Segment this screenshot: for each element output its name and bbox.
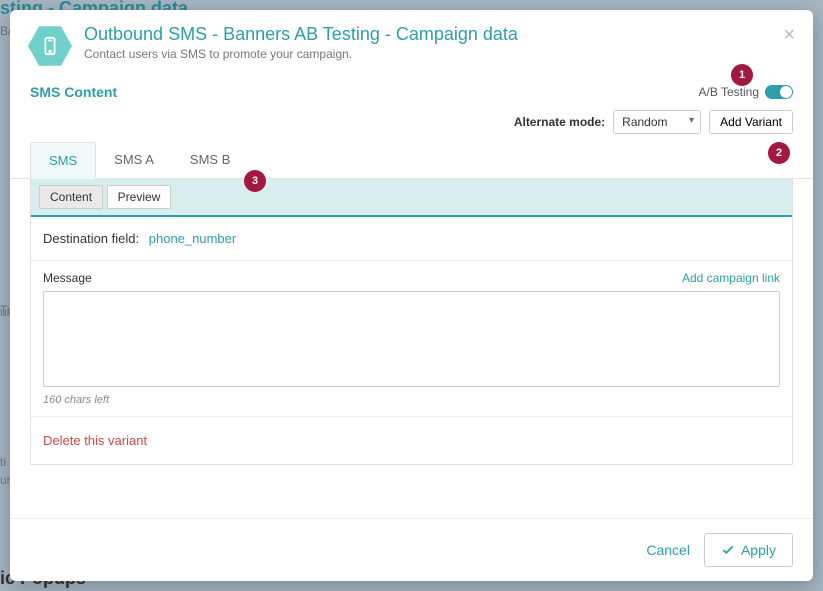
subtab-content[interactable]: Content [39,185,103,209]
section-header: SMS Content A/B Testing [10,78,813,106]
add-campaign-link[interactable]: Add campaign link [682,271,780,285]
ab-testing-toggle-wrap: A/B Testing [699,85,793,99]
section-title: SMS Content [30,84,117,100]
bg-frag-2: ti [0,455,6,469]
modal-title: Outbound SMS - Banners AB Testing - Camp… [84,24,795,45]
annotation-badge-3: 3 [244,170,266,192]
sms-hex-icon [28,24,72,68]
apply-button[interactable]: Apply [704,533,793,567]
alternate-mode-select[interactable]: Random [613,110,701,134]
annotation-badge-1: 1 [731,64,753,86]
apply-label: Apply [741,542,776,558]
modal-header: Outbound SMS - Banners AB Testing - Camp… [10,10,813,78]
message-textarea[interactable] [43,291,780,387]
destination-label: Destination field: [43,231,139,246]
ab-testing-label: A/B Testing [699,85,759,99]
cancel-button[interactable]: Cancel [646,542,690,558]
message-label: Message [43,271,92,285]
close-icon[interactable]: × [783,24,795,47]
tab-sms[interactable]: SMS [30,142,96,179]
delete-row: Delete this variant [31,416,792,464]
alternate-mode-label: Alternate mode: [514,115,605,129]
chars-left: 160 chars left [43,394,780,406]
message-section: Message Add campaign link 160 chars left [31,261,792,416]
destination-field-row: Destination field: phone_number [31,217,792,261]
variant-tabs: SMS SMS A SMS B [10,142,813,179]
destination-value[interactable]: phone_number [149,231,236,246]
subtab-preview[interactable]: Preview [107,185,172,209]
tab-sms-a[interactable]: SMS A [96,142,172,178]
check-icon [721,543,735,557]
modal-dialog: Outbound SMS - Banners AB Testing - Camp… [10,10,813,581]
ab-testing-toggle[interactable] [765,85,793,99]
controls-row: Alternate mode: Random Add Variant [10,106,813,142]
delete-variant-link[interactable]: Delete this variant [43,433,147,448]
modal-subtitle: Contact users via SMS to promote your ca… [84,47,795,61]
subtab-bar: Content Preview [31,179,792,217]
modal-footer: Cancel Apply [10,518,813,581]
tab-sms-b[interactable]: SMS B [172,142,248,178]
tab-body: Content Preview Destination field: phone… [30,179,793,465]
annotation-badge-2: 2 [768,142,790,164]
add-variant-button[interactable]: Add Variant [709,110,793,134]
